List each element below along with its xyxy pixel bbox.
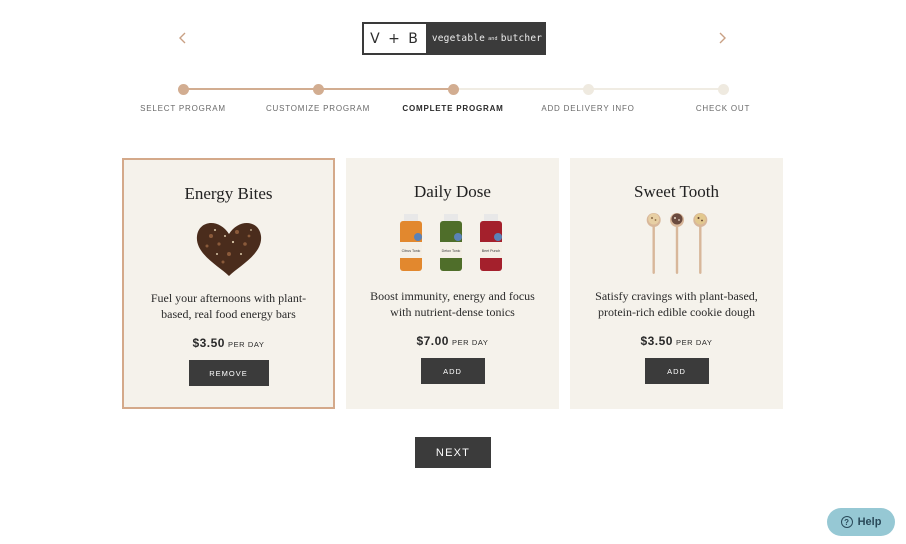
product-card-energy-bites[interactable]: Energy Bites Fuel your afternoons with p…: [122, 158, 335, 409]
step-dot-select-program: [177, 84, 189, 95]
price-unit: PER DAY: [675, 338, 713, 347]
step-label-customize-program[interactable]: CUSTOMIZE PROGRAM: [266, 104, 370, 113]
price-unit: PER DAY: [451, 338, 489, 347]
step-label-check-out: CHECK OUT: [695, 104, 751, 113]
price-unit: PER DAY: [227, 340, 265, 349]
next-button[interactable]: NEXT: [415, 437, 491, 468]
description-line-1: Satisfy cravings with plant-based,: [595, 289, 758, 303]
logo-word-vegetable: vegetable: [431, 33, 486, 44]
description-line-2: based, real food energy bars: [161, 307, 296, 321]
description-line-2: protein-rich edible cookie dough: [598, 305, 755, 319]
bottle-label-citrus: Citrus Tonic: [401, 249, 420, 253]
logo-wordmark: vegetable and butcher: [428, 22, 546, 55]
step-label-add-delivery-info: ADD DELIVERY INFO: [541, 104, 635, 113]
tonic-bottles-image: Citrus Tonic Detox Tonic Beet Punch: [346, 212, 559, 278]
vb-logo[interactable]: V + B vegetable and butcher: [362, 22, 546, 55]
description-line-2: with nutrient-dense tonics: [390, 305, 515, 319]
product-price: $3.50 PER DAY: [570, 332, 783, 350]
add-button[interactable]: ADD: [644, 358, 709, 384]
description-line-1: Fuel your afternoons with plant-: [150, 291, 307, 305]
product-card-daily-dose[interactable]: Daily Dose Citrus Tonic Detox Tonic Beet…: [346, 158, 559, 409]
step-dot-check-out: [717, 84, 729, 95]
progress-stepper: SELECT PROGRAM CUSTOMIZE PROGRAM COMPLET…: [0, 84, 906, 124]
product-title: Sweet Tooth: [634, 182, 719, 201]
bottle-label-detox: Detox Tonic: [441, 249, 460, 253]
add-button[interactable]: ADD: [420, 358, 485, 384]
product-description: Boost immunity, energy and focus with nu…: [360, 288, 545, 320]
product-price: $7.00 PER DAY: [346, 332, 559, 350]
logo-mark: V + B: [362, 22, 428, 55]
next-arrow-icon[interactable]: [712, 28, 732, 48]
product-price: $3.50 PER DAY: [124, 334, 333, 352]
step-dot-complete-program: [447, 84, 459, 95]
step-label-select-program[interactable]: SELECT PROGRAM: [140, 104, 226, 113]
price-amount: $3.50: [192, 336, 225, 350]
previous-arrow-icon[interactable]: [173, 28, 193, 48]
logo-word-butcher: butcher: [500, 33, 543, 44]
bottle-label-beet: Beet Punch: [481, 249, 500, 253]
remove-button[interactable]: REMOVE: [188, 360, 269, 386]
energy-bite-image: [124, 214, 333, 280]
step-dot-customize-program: [312, 84, 324, 95]
step-dot-add-delivery-info: [582, 84, 594, 95]
product-title: Energy Bites: [184, 184, 273, 203]
product-description: Satisfy cravings with plant-based, prote…: [584, 288, 769, 320]
product-card-sweet-tooth[interactable]: Sweet Tooth Satisfy cravings with plant-…: [570, 158, 783, 409]
help-button[interactable]: ? Help: [827, 508, 895, 536]
question-circle-icon: ?: [840, 516, 853, 528]
product-title: Daily Dose: [414, 182, 491, 201]
price-amount: $7.00: [416, 334, 449, 348]
logo-word-and: and: [488, 35, 498, 42]
step-label-complete-program: COMPLETE PROGRAM: [402, 104, 504, 113]
help-label: Help: [857, 516, 882, 528]
product-description: Fuel your afternoons with plant- based, …: [138, 290, 319, 322]
cookie-dough-spoons-image: [570, 212, 783, 278]
description-line-1: Boost immunity, energy and focus: [370, 289, 535, 303]
price-amount: $3.50: [640, 334, 673, 348]
